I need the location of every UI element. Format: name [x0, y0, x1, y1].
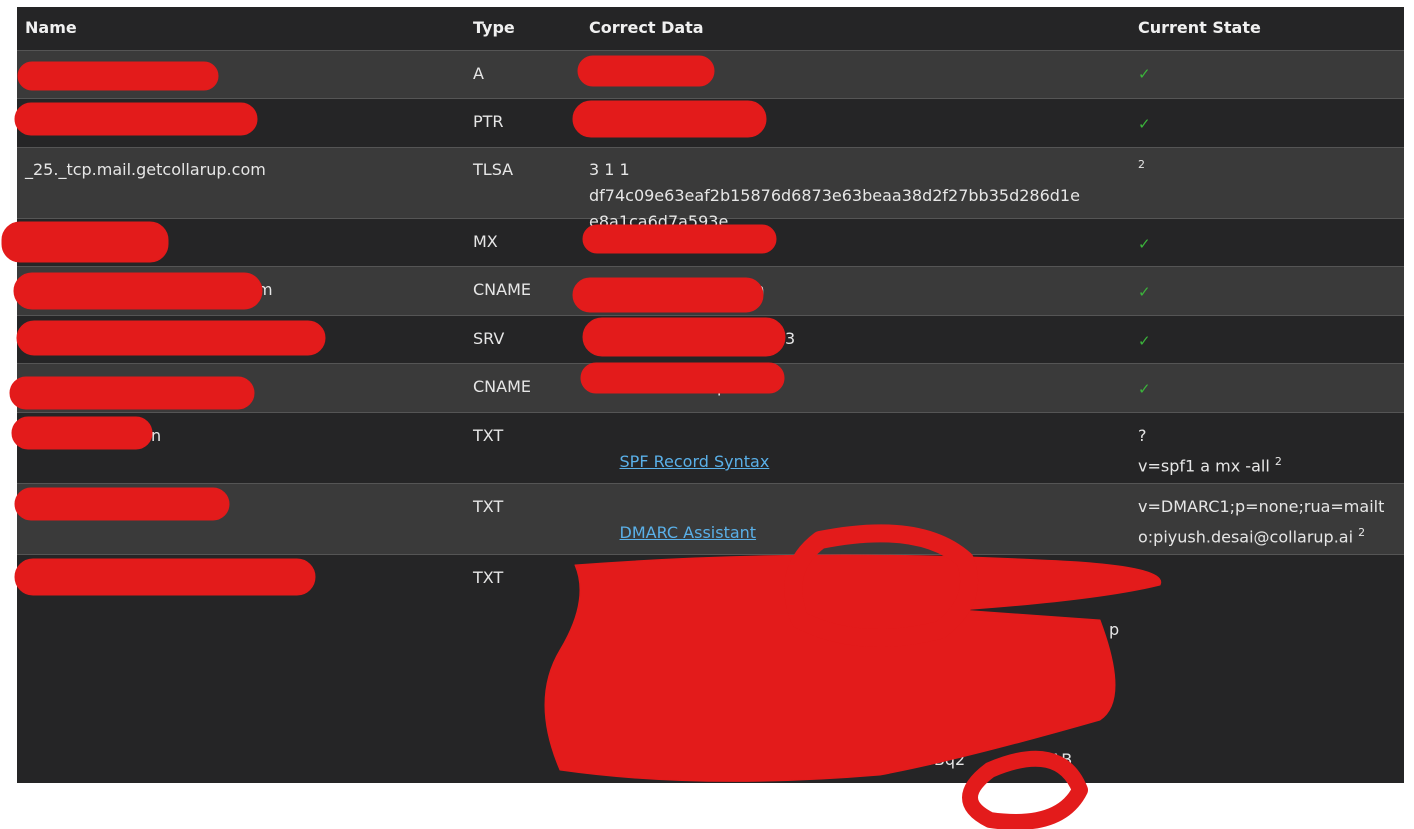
record-type: TXT [473, 426, 504, 445]
state-value: v=spf1 a mx -all 2 [1138, 455, 1282, 476]
table-row: SRV 3 ✓ [17, 316, 1404, 364]
record-type: TXT [473, 568, 504, 587]
record-type: CNAME [473, 377, 531, 396]
state-unknown: ? [1138, 426, 1147, 445]
check-icon: ✓ [1138, 283, 1151, 301]
record-name: n [151, 426, 162, 445]
record-data: m [749, 280, 765, 299]
table-row: MX ✓ [17, 219, 1404, 267]
footnote-marker: 2 [1138, 158, 1145, 171]
table-header: Name Type Correct Data Current State [17, 7, 1404, 51]
record-type: A [473, 64, 484, 83]
table-row: A ✓ [17, 51, 1404, 99]
record-type: TXT [473, 497, 504, 516]
table-row: n TXT SPF Record Syntax ? v=spf1 a mx -a… [17, 413, 1404, 484]
table-row: TXT DMARC Assistant v=DMARC1;p=none;rua=… [17, 484, 1404, 555]
record-data-fragment: C [589, 698, 601, 717]
record-name: _25._tcp.mail.getcollarup.com [25, 160, 266, 179]
dmarc-assistant-link[interactable]: DMARC Assistant [620, 523, 757, 542]
header-type: Type [473, 18, 515, 37]
check-icon: ✓ [1138, 235, 1151, 253]
record-data-fragment: g/C6Bq2 [897, 750, 966, 769]
check-icon: ✓ [1138, 380, 1151, 398]
check-icon: ✓ [1138, 332, 1151, 350]
header-correct-data: Correct Data [589, 18, 704, 37]
record-type: MX [473, 232, 498, 251]
table-row: CNAME p.com ✓ [17, 364, 1404, 413]
record-name: m [257, 280, 273, 299]
record-data-fragment: p [1109, 620, 1120, 639]
table-row: PTR ✓ [17, 99, 1404, 148]
record-data-fragment: AQAB [1027, 750, 1073, 769]
record-type: TLSA [473, 160, 514, 179]
state-value: v=DMARC1;p=none;rua=mailt o:piyush.desai… [1138, 497, 1390, 547]
table-row: TXT p yf C sS g/C6Bq2 AQAB [17, 555, 1404, 783]
table-row: _25._tcp.mail.getcollarup.com TLSA 3 1 1… [17, 148, 1404, 231]
record-type: SRV [473, 329, 505, 348]
record-data: 3 [785, 329, 796, 348]
record-data: p.com [717, 377, 767, 396]
check-icon: ✓ [1138, 115, 1151, 133]
record-data-fragment: yf [589, 672, 605, 691]
check-icon: ✓ [1138, 65, 1151, 83]
record-type: PTR [473, 112, 504, 131]
table-row: m CNAME m ✓ [17, 267, 1404, 316]
spf-record-syntax-link[interactable]: SPF Record Syntax [620, 452, 770, 471]
dns-records-table: Name Type Correct Data Current State A ✓… [17, 7, 1404, 783]
header-current-state: Current State [1138, 18, 1261, 37]
record-type: CNAME [473, 280, 531, 299]
record-data-fragment: sS [589, 724, 608, 743]
header-name: Name [25, 18, 77, 37]
